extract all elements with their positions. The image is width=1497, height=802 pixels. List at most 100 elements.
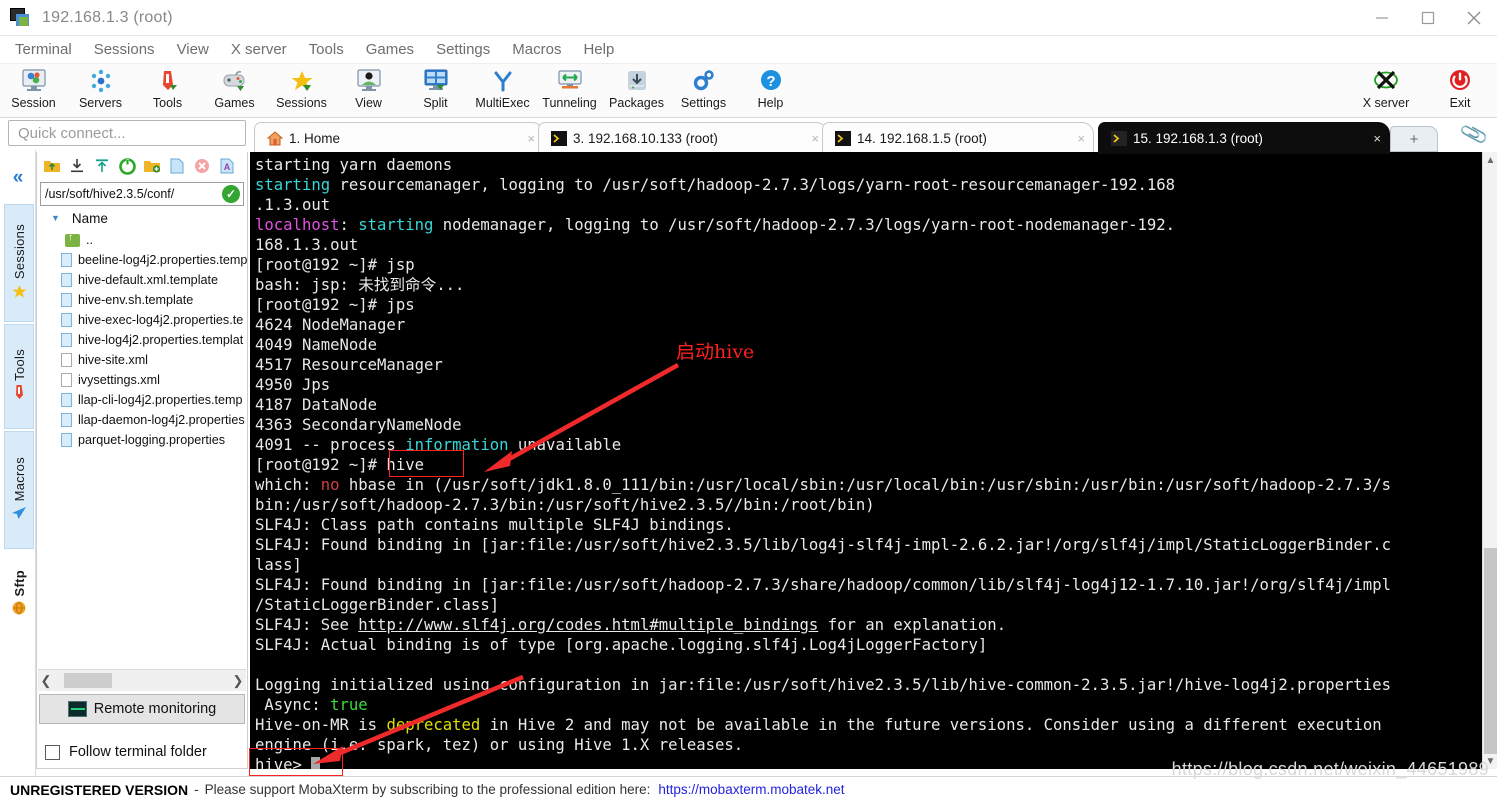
toolbar-games[interactable]: Games bbox=[201, 64, 268, 116]
settings-gear-icon bbox=[691, 67, 717, 95]
tab-192-168-10-133[interactable]: 3. 192.168.10.133 (root) × bbox=[538, 122, 828, 154]
sidebar-tab-sftp[interactable]: Sftp bbox=[4, 551, 34, 637]
xserver-icon bbox=[1371, 67, 1401, 95]
tools-icon bbox=[155, 67, 181, 95]
scrollbar-thumb[interactable] bbox=[1484, 548, 1497, 754]
list-item[interactable]: hive-default.xml.template bbox=[37, 270, 247, 290]
text-mode-icon[interactable]: A bbox=[217, 156, 237, 176]
toolbar-servers[interactable]: Servers bbox=[67, 64, 134, 116]
menu-macros[interactable]: Macros bbox=[501, 36, 572, 64]
scroll-left-icon[interactable]: ❮ bbox=[38, 673, 54, 689]
menu-settings[interactable]: Settings bbox=[425, 36, 501, 64]
minimize-button[interactable] bbox=[1359, 0, 1405, 36]
svg-text:?: ? bbox=[766, 73, 775, 90]
toolbar-x-server[interactable]: X server bbox=[1349, 64, 1423, 116]
file-browser-path-input[interactable]: /usr/soft/hive2.3.5/conf/ ✓ bbox=[40, 182, 244, 206]
file-browser-column-header[interactable]: ▼ Name bbox=[37, 206, 247, 230]
remote-monitoring-button[interactable]: Remote monitoring bbox=[39, 694, 245, 724]
annotation-box-hive-prompt bbox=[249, 748, 343, 776]
terminal-text: SLF4J: See bbox=[255, 616, 359, 634]
new-folder-icon[interactable] bbox=[142, 156, 162, 176]
sidebar-tab-tools[interactable]: Tools bbox=[4, 324, 34, 429]
toolbar-packages[interactable]: Packages bbox=[603, 64, 670, 116]
toolbar-settings[interactable]: Settings bbox=[670, 64, 737, 116]
checkbox-icon[interactable] bbox=[45, 744, 60, 760]
menu-x-server[interactable]: X server bbox=[220, 36, 298, 64]
list-item[interactable]: hive-site.xml bbox=[37, 350, 247, 370]
sidebar-tab-sessions-label: Sessions bbox=[11, 223, 27, 280]
terminal-text[interactable]: http://www.slf4j.org/codes.html#multiple… bbox=[358, 616, 818, 634]
tab-close-icon[interactable]: × bbox=[1373, 131, 1381, 146]
toolbar-sessions[interactable]: Sessions bbox=[268, 64, 335, 116]
terminal-text: localhost bbox=[255, 216, 340, 234]
tab-close-icon[interactable]: × bbox=[811, 131, 819, 146]
file-icon bbox=[61, 253, 72, 267]
list-item[interactable]: hive-log4j2.properties.templat bbox=[37, 330, 247, 350]
terminal-text: 4624 NodeManager bbox=[255, 316, 406, 334]
quick-connect-input[interactable]: Quick connect... bbox=[8, 120, 246, 146]
download-icon[interactable] bbox=[67, 156, 87, 176]
toolbar-tools[interactable]: Tools bbox=[134, 64, 201, 116]
scroll-up-icon[interactable]: ▲ bbox=[1483, 152, 1497, 168]
list-item[interactable]: llap-daemon-log4j2.properties bbox=[37, 410, 247, 430]
collapse-sidebar-icon[interactable]: « bbox=[4, 164, 32, 192]
toolbar-help[interactable]: ? Help bbox=[737, 64, 804, 116]
tab-192-168-1-5[interactable]: 14. 192.168.1.5 (root) × bbox=[822, 122, 1094, 154]
new-file-icon[interactable] bbox=[167, 156, 187, 176]
terminal-line: bash: jsp: 未找到命令... bbox=[255, 275, 1482, 295]
terminal-line: 4624 NodeManager bbox=[255, 315, 1482, 335]
unregistered-version-label: UNREGISTERED VERSION bbox=[10, 781, 189, 798]
sidebar-tab-sessions[interactable]: Sessions bbox=[4, 204, 34, 322]
mobaxterm-link[interactable]: https://mobaxterm.mobatek.net bbox=[658, 782, 844, 797]
list-item[interactable]: ivysettings.xml bbox=[37, 370, 247, 390]
delete-icon[interactable] bbox=[192, 156, 212, 176]
file-icon bbox=[61, 353, 72, 367]
upload-icon[interactable] bbox=[92, 156, 112, 176]
toolbar-session[interactable]: Session bbox=[0, 64, 67, 116]
list-item[interactable]: llap-cli-log4j2.properties.temp bbox=[37, 390, 247, 410]
exit-power-icon bbox=[1447, 67, 1473, 95]
file-browser-list: .. beeline-log4j2.properties.templ hive-… bbox=[37, 230, 247, 450]
tab-close-icon[interactable]: × bbox=[527, 131, 535, 146]
toolbar-view[interactable]: View bbox=[335, 64, 402, 116]
close-button[interactable] bbox=[1451, 0, 1497, 36]
terminal-text: /StaticLoggerBinder.class] bbox=[255, 596, 500, 614]
tab-192-168-1-3[interactable]: 15. 192.168.1.3 (root) × bbox=[1098, 122, 1390, 154]
terminal-scrollbar[interactable]: ▲ ▼ bbox=[1482, 152, 1497, 769]
menu-help[interactable]: Help bbox=[572, 36, 625, 64]
monitor-icon bbox=[67, 701, 87, 717]
terminal-text: Logging initialized using configuration … bbox=[255, 676, 1391, 694]
toolbar-split[interactable]: Split bbox=[402, 64, 469, 116]
file-browser-horizontal-scrollbar[interactable]: ❮ ❯ bbox=[38, 669, 246, 691]
list-item[interactable]: hive-exec-log4j2.properties.te bbox=[37, 310, 247, 330]
refresh-icon[interactable] bbox=[117, 156, 137, 176]
scrollbar-thumb[interactable] bbox=[64, 673, 112, 688]
split-icon bbox=[423, 67, 449, 95]
menu-tools[interactable]: Tools bbox=[298, 36, 355, 64]
sidebar-tab-sftp-label: Sftp bbox=[11, 569, 27, 597]
tab-home[interactable]: 1. Home × bbox=[254, 122, 544, 154]
annotation-box-hive-command bbox=[389, 450, 464, 477]
toolbar-multiexec[interactable]: MultiExec bbox=[469, 64, 536, 116]
follow-terminal-folder-checkbox[interactable]: Follow terminal folder bbox=[45, 744, 207, 760]
toolbar-tunneling[interactable]: Tunneling bbox=[536, 64, 603, 116]
file-name: hive-env.sh.template bbox=[78, 293, 194, 307]
menu-view[interactable]: View bbox=[166, 36, 220, 64]
list-item[interactable]: beeline-log4j2.properties.templ bbox=[37, 250, 247, 270]
file-name: llap-daemon-log4j2.properties bbox=[78, 413, 245, 427]
tab-close-icon[interactable]: × bbox=[1077, 131, 1085, 146]
toolbar-multiexec-label: MultiExec bbox=[475, 96, 530, 110]
sidebar-tab-macros[interactable]: Macros bbox=[4, 431, 34, 549]
scroll-right-icon[interactable]: ❯ bbox=[230, 673, 246, 689]
list-item[interactable]: parquet-logging.properties bbox=[37, 430, 247, 450]
list-item[interactable]: hive-env.sh.template bbox=[37, 290, 247, 310]
menu-terminal[interactable]: Terminal bbox=[4, 36, 83, 64]
menu-sessions[interactable]: Sessions bbox=[83, 36, 166, 64]
menu-games[interactable]: Games bbox=[355, 36, 425, 64]
maximize-button[interactable] bbox=[1405, 0, 1451, 36]
list-item[interactable]: .. bbox=[37, 230, 247, 250]
terminal-text: .1.3.out bbox=[255, 196, 331, 214]
toolbar-exit[interactable]: Exit bbox=[1423, 64, 1497, 116]
up-folder-icon[interactable] bbox=[42, 156, 62, 176]
new-tab-button[interactable]: + bbox=[1390, 126, 1438, 152]
